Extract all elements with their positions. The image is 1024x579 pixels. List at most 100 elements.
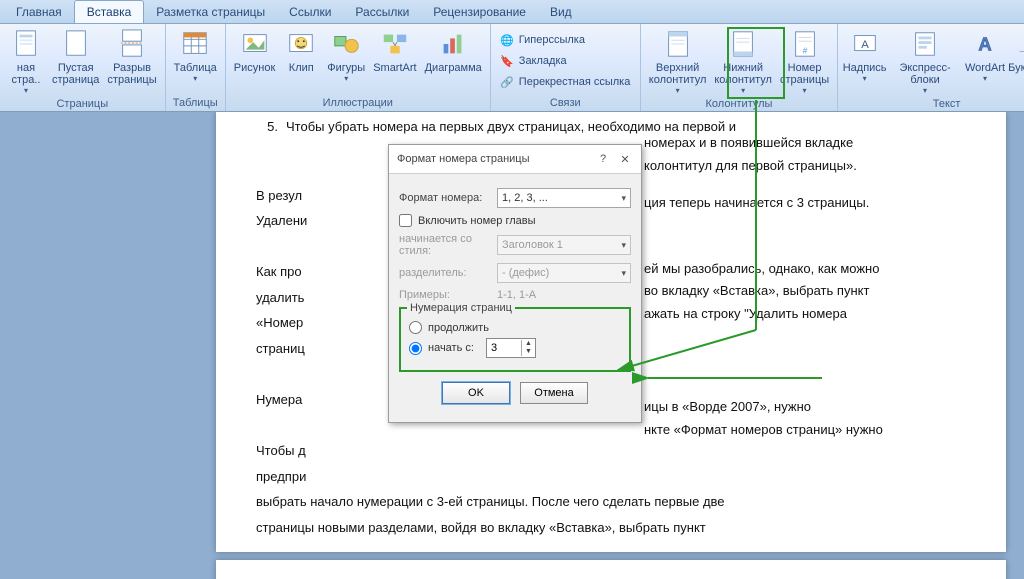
- examples-value: 1-1, 1-A: [497, 289, 536, 301]
- hyperlink-button[interactable]: 🌐 Гиперссылка: [495, 30, 589, 50]
- chart-button[interactable]: Диаграмма: [421, 26, 486, 76]
- doc-line: во вкладку «Вставка», выбрать пункт: [644, 283, 869, 298]
- close-icon[interactable]: ✕: [617, 151, 633, 167]
- radio-continue[interactable]: [409, 321, 422, 334]
- picture-label: Рисунок: [234, 62, 276, 74]
- doc-line: ция теперь начинается с 3 страницы.: [644, 195, 869, 210]
- clip-label: Клип: [289, 62, 314, 74]
- clip-button[interactable]: Клип: [279, 26, 323, 76]
- blank-page-button[interactable]: Пустаястраница: [48, 26, 103, 88]
- picture-icon: [239, 28, 271, 60]
- group-tables: Таблица ▾ Таблицы: [166, 24, 226, 111]
- page-break-icon: [116, 28, 148, 60]
- page-number-button[interactable]: # Номерстраницы ▾: [776, 26, 833, 98]
- quickparts-label: Экспресс-блоки: [891, 62, 959, 86]
- smartart-button[interactable]: SmartArt: [369, 26, 420, 76]
- ok-button[interactable]: OK: [442, 382, 510, 404]
- tab-layout[interactable]: Разметка страницы: [144, 1, 277, 23]
- page-number-label: Номерстраницы: [780, 62, 829, 86]
- doc-line: ей мы разобрались, однако, как можно: [644, 261, 879, 276]
- textbox-label: Надпись: [843, 62, 887, 74]
- doc-line: ицы в «Ворде 2007», нужно: [644, 399, 811, 414]
- separator-select: - (дефис) ▾: [497, 263, 631, 283]
- group-headerfooter-label: Колонтитулы: [645, 98, 833, 111]
- chevron-down-icon: ▾: [863, 75, 867, 84]
- doc-line: выбрать начало нумерации с 3-ей страницы…: [256, 494, 725, 509]
- group-headerfooter: Верхнийколонтитул ▾ Нижнийколонтитул ▾ #…: [641, 24, 838, 111]
- globe-link-icon: 🌐: [499, 32, 515, 48]
- textbox-button[interactable]: A Надпись ▾: [842, 26, 887, 86]
- page-number-format-dialog: Формат номера страницы ? ✕ Формат номера…: [388, 144, 642, 423]
- header-button[interactable]: Верхнийколонтитул ▾: [645, 26, 711, 98]
- tab-view[interactable]: Вид: [538, 1, 584, 23]
- dropcap-button[interactable]: A Буквица ▾: [1007, 26, 1024, 86]
- dialog-help-button[interactable]: ?: [595, 151, 611, 167]
- dropcap-icon: A: [1013, 28, 1024, 60]
- start-at-spinner[interactable]: ▲ ▼: [486, 338, 536, 358]
- chevron-down-icon: ▾: [621, 193, 626, 204]
- group-links-label: Связи: [495, 97, 636, 110]
- dropcap-label: Буквица: [1008, 62, 1024, 74]
- group-pages: наястра.. ▾ Пустаястраница Разрывстраниц…: [0, 24, 166, 111]
- ribbon: наястра.. ▾ Пустаястраница Разрывстраниц…: [0, 24, 1024, 112]
- quickparts-button[interactable]: Экспресс-блоки ▾: [887, 26, 963, 98]
- document-page-next: [216, 560, 1006, 579]
- wordart-button[interactable]: A WordArt ▾: [963, 26, 1007, 86]
- footer-button[interactable]: Нижнийколонтитул ▾: [710, 26, 776, 98]
- start-at-input[interactable]: [487, 342, 521, 355]
- blank-page-icon: [60, 28, 92, 60]
- dialog-titlebar[interactable]: Формат номера страницы ? ✕: [389, 145, 641, 174]
- footer-icon: [727, 28, 759, 60]
- tab-references[interactable]: Ссылки: [277, 1, 343, 23]
- svg-text:A: A: [861, 39, 869, 51]
- tab-mailings[interactable]: Рассылки: [343, 1, 421, 23]
- include-chapter-label: Включить номер главы: [418, 215, 536, 227]
- table-button[interactable]: Таблица ▾: [170, 26, 221, 86]
- ribbon-tabs: Главная Вставка Разметка страницы Ссылки…: [0, 0, 1024, 24]
- chevron-down-icon: ▾: [676, 87, 680, 96]
- svg-text:A: A: [978, 34, 992, 55]
- wordart-label: WordArt: [965, 62, 1005, 74]
- doc-line: номерах и в появившейся вкладке: [644, 135, 853, 150]
- page-numbering-group: Нумерация страниц продолжить начать с: ▲…: [399, 307, 631, 372]
- tab-insert[interactable]: Вставка: [74, 0, 145, 23]
- include-chapter-checkbox[interactable]: [399, 214, 412, 227]
- chevron-down-icon: ▾: [741, 87, 745, 96]
- separator-value: - (дефис): [502, 267, 549, 279]
- tab-home[interactable]: Главная: [4, 1, 74, 23]
- doc-line: ажать на строку "Удалить номера: [644, 306, 847, 321]
- doc-line: В резул: [256, 188, 302, 203]
- spin-up-icon[interactable]: ▲: [522, 340, 535, 348]
- doc-line: страницы новыми разделами, войдя во вкла…: [256, 520, 706, 535]
- crossref-button[interactable]: 🔗 Перекрестная ссылка: [495, 72, 635, 92]
- doc-line: страниц: [256, 341, 305, 356]
- examples-label: Примеры:: [399, 289, 491, 301]
- chevron-down-icon: ▾: [923, 87, 927, 96]
- header-label: Верхнийколонтитул: [649, 62, 707, 86]
- clip-icon: [285, 28, 317, 60]
- radio-start-at[interactable]: [409, 342, 422, 355]
- shapes-button[interactable]: Фигуры ▾: [323, 26, 369, 86]
- doc-line: Нумера: [256, 392, 302, 407]
- bookmark-button[interactable]: 🔖 Закладка: [495, 51, 571, 71]
- chart-icon: [437, 28, 469, 60]
- number-format-select[interactable]: 1, 2, 3, ... ▾: [497, 188, 631, 208]
- chart-label: Диаграмма: [425, 62, 482, 74]
- chevron-down-icon: ▾: [621, 240, 626, 251]
- cover-page-button[interactable]: наястра.. ▾: [4, 26, 48, 98]
- number-format-value: 1, 2, 3, ...: [502, 192, 548, 204]
- picture-button[interactable]: Рисунок: [230, 26, 280, 76]
- group-illustrations: Рисунок Клип Фигуры ▾ SmartArt Диаграмма…: [226, 24, 491, 111]
- chevron-down-icon: ▾: [621, 268, 626, 279]
- spin-down-icon[interactable]: ▼: [522, 348, 535, 356]
- bookmark-label: Закладка: [519, 55, 567, 67]
- cancel-button[interactable]: Отмена: [520, 382, 588, 404]
- doc-line: Удалени: [256, 213, 307, 228]
- page-break-button[interactable]: Разрывстраницы: [103, 26, 160, 88]
- chevron-down-icon: ▾: [803, 87, 807, 96]
- doc-line: Чтобы д: [256, 443, 306, 458]
- page-numbering-legend: Нумерация страниц: [407, 302, 515, 314]
- radio-start-at-label: начать с:: [428, 342, 474, 354]
- table-icon: [179, 28, 211, 60]
- tab-review[interactable]: Рецензирование: [421, 1, 538, 23]
